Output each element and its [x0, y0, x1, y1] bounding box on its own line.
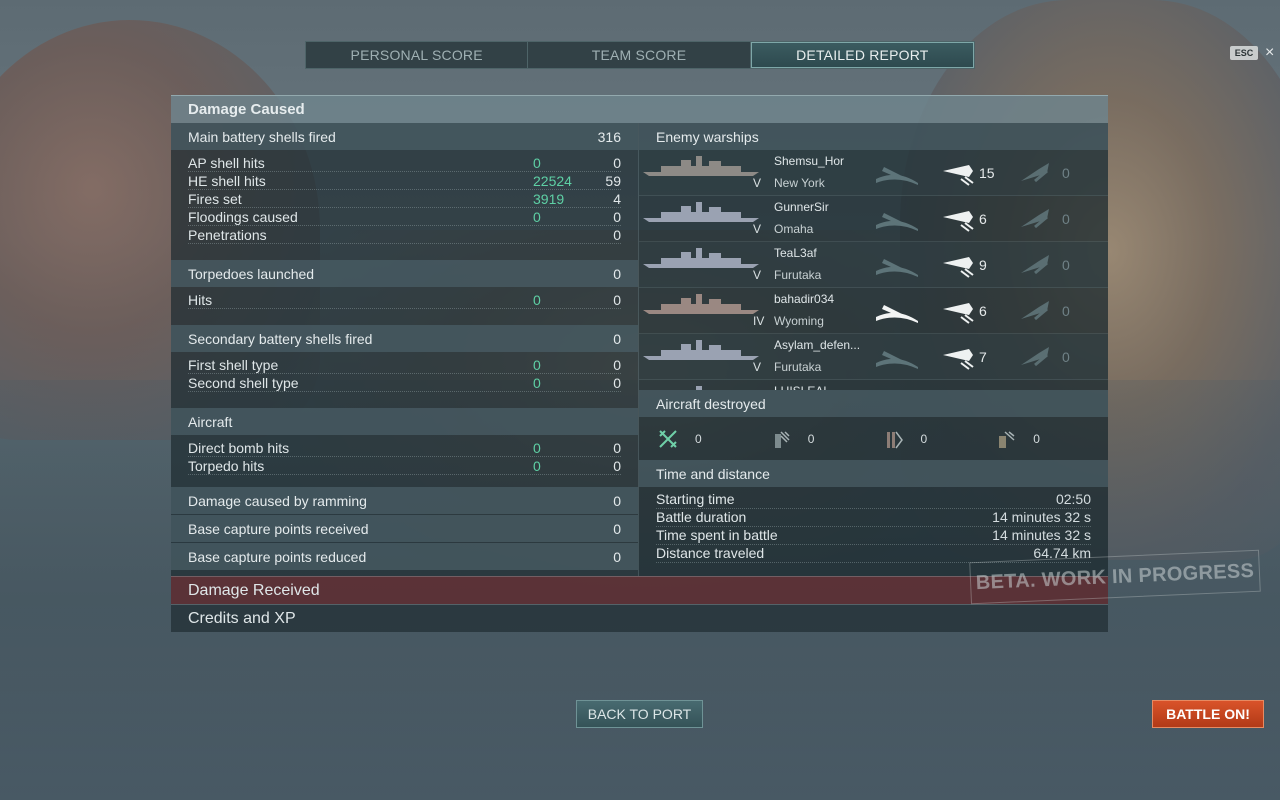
player-name: GunnerSir [774, 200, 829, 214]
capture-reduced-row: Base capture points reduced 0 [171, 543, 638, 570]
player-name: Shemsu_Hor [774, 154, 845, 168]
ship-destroyed-icon [876, 259, 918, 277]
stat-row: Torpedo hits 0 0 [188, 457, 621, 475]
enemy-ship-row[interactable]: IV bahadir034 Wyoming 6 0 [639, 288, 1108, 334]
torpedo-hit-count: 0 [1062, 303, 1070, 319]
report-tabs: PERSONAL SCORE TEAM SCORE DETAILED REPOR… [305, 41, 975, 69]
enemy-ship-row[interactable]: V GunnerSir Omaha 6 0 [639, 196, 1108, 242]
stat-row: AP shell hits 0 0 [188, 154, 621, 172]
enemy-ship-row[interactable]: V Asylam_defen... Furutaka 7 0 [639, 334, 1108, 380]
stat-row: Floodings caused 0 0 [188, 208, 621, 226]
ramming-row: Damage caused by ramming 0 [171, 487, 638, 514]
aircraft-destroyed-row: 0 0 0 0 [639, 417, 1108, 460]
ship-destroyed-icon [876, 213, 918, 231]
enemy-ship-list[interactable]: V Shemsu_Hor New York 15 0 V GunnerSir Omaha 6 0 V… [639, 150, 1108, 390]
time-row: Battle duration 14 minutes 32 s [656, 509, 1091, 527]
ship-silhouette-icon [643, 156, 759, 176]
aircraft-count: 0 [920, 431, 928, 446]
capture-received-row: Base capture points received 0 [171, 515, 638, 542]
torpedo-hit-count: 0 [1062, 165, 1070, 181]
torpedo-hit-icon [1021, 209, 1049, 229]
battle-on-button[interactable]: BATTLE ON! [1152, 700, 1264, 728]
shell-hit-count: 6 [979, 303, 987, 319]
torpedoes-header: Torpedoes launched 0 [171, 260, 638, 287]
stat-row: Fires set 3919 4 [188, 190, 621, 208]
enemy-ship-row[interactable]: V TeaL3af Furutaka 9 0 [639, 242, 1108, 288]
aircraft-count: 0 [1033, 431, 1040, 446]
enemy-ship-row[interactable]: V Shemsu_Hor New York 15 0 [639, 150, 1108, 196]
ship-name: Omaha [774, 222, 814, 236]
ship-tier: V [753, 222, 762, 236]
ship-tier: IV [753, 314, 765, 328]
shell-hit-count: 7 [979, 349, 987, 365]
secondary-battery-header: Secondary battery shells fired 0 [171, 325, 638, 352]
ship-name: Furutaka [774, 360, 822, 374]
stat-row: First shell type 0 0 [188, 356, 621, 374]
torpedo-hit-count: 0 [1062, 211, 1070, 227]
ship-silhouette-icon [696, 386, 702, 390]
torpedo-hit-icon [1021, 255, 1049, 275]
ship-destroyed-icon [876, 351, 918, 369]
aircraft-destroyed-header: Aircraft destroyed [639, 390, 1108, 417]
stat-row: Hits 0 0 [188, 291, 621, 309]
tab-detailed-report[interactable]: DETAILED REPORT [750, 42, 974, 68]
aircraft-count: 0 [695, 431, 702, 446]
damage-caused-column: Main battery shells fired 316 AP shell h… [171, 123, 638, 576]
enemy-ship-row[interactable]: LUISLEAL [639, 380, 1108, 390]
time-row: Starting time 02:50 [656, 491, 1091, 509]
stat-row: Penetrations 0 [188, 226, 621, 244]
main-battery-header: Main battery shells fired 316 [171, 123, 638, 150]
fighter-icon [659, 429, 677, 448]
credits-xp-section[interactable]: Credits and XP [171, 604, 1108, 632]
detailed-report-panel: Damage Caused Main battery shells fired … [171, 95, 1108, 632]
tab-personal-score[interactable]: PERSONAL SCORE [306, 42, 529, 68]
tab-team-score[interactable]: TEAM SCORE [528, 42, 751, 68]
ship-name: New York [774, 176, 825, 190]
torpedo-hit-icon [1021, 163, 1049, 183]
aircraft-header: Aircraft [171, 408, 638, 435]
esc-key-hint: ESC [1230, 46, 1258, 60]
ship-name: Wyoming [774, 314, 824, 328]
aircraft-count: 0 [807, 431, 815, 446]
player-name: TeaL3af [774, 246, 817, 260]
torpedo-bomber-icon [886, 431, 903, 448]
stat-row: HE shell hits 22524 59 [188, 172, 621, 190]
ship-silhouette-icon [643, 248, 759, 268]
torpedo-hit-icon [1021, 301, 1049, 321]
enemy-column: Enemy warships V Shemsu_Hor New York 15 0 V Gu… [638, 123, 1108, 576]
catapult-fighter-icon [999, 430, 1015, 448]
shell-hit-count: 15 [979, 165, 995, 181]
time-row: Time spent in battle 14 minutes 32 s [656, 527, 1091, 545]
shell-hit-count: 9 [979, 257, 987, 273]
damage-received-section[interactable]: Damage Received [171, 576, 1108, 604]
stat-row: Second shell type 0 0 [188, 374, 621, 392]
shell-hit-count: 6 [979, 211, 987, 227]
enemy-warships-header: Enemy warships [639, 123, 1108, 150]
ship-destroyed-icon [876, 305, 918, 323]
player-name: bahadir034 [774, 292, 835, 306]
back-to-port-button[interactable]: BACK TO PORT [576, 700, 703, 728]
torpedo-hit-count: 0 [1062, 349, 1070, 365]
ship-tier: V [753, 268, 762, 282]
torpedo-hit-icon [1021, 347, 1049, 367]
ship-tier: V [753, 176, 762, 190]
dive-bomber-icon [774, 430, 790, 448]
ship-silhouette-icon [643, 202, 759, 222]
time-distance-header: Time and distance [639, 460, 1108, 487]
damage-caused-title[interactable]: Damage Caused [171, 95, 1108, 123]
torpedo-hit-count: 0 [1062, 257, 1070, 273]
player-name: Asylam_defen... [774, 338, 861, 352]
ship-destroyed-icon [876, 167, 918, 185]
ship-tier: V [753, 360, 762, 374]
ship-silhouette-icon [643, 340, 759, 360]
close-icon[interactable]: × [1265, 44, 1274, 62]
ship-silhouette-icon [643, 294, 759, 314]
ship-destroyed-icon [874, 389, 920, 390]
player-name: LUISLEAL [774, 384, 830, 390]
ship-name: Furutaka [774, 268, 822, 282]
stat-row: Direct bomb hits 0 0 [188, 439, 621, 457]
